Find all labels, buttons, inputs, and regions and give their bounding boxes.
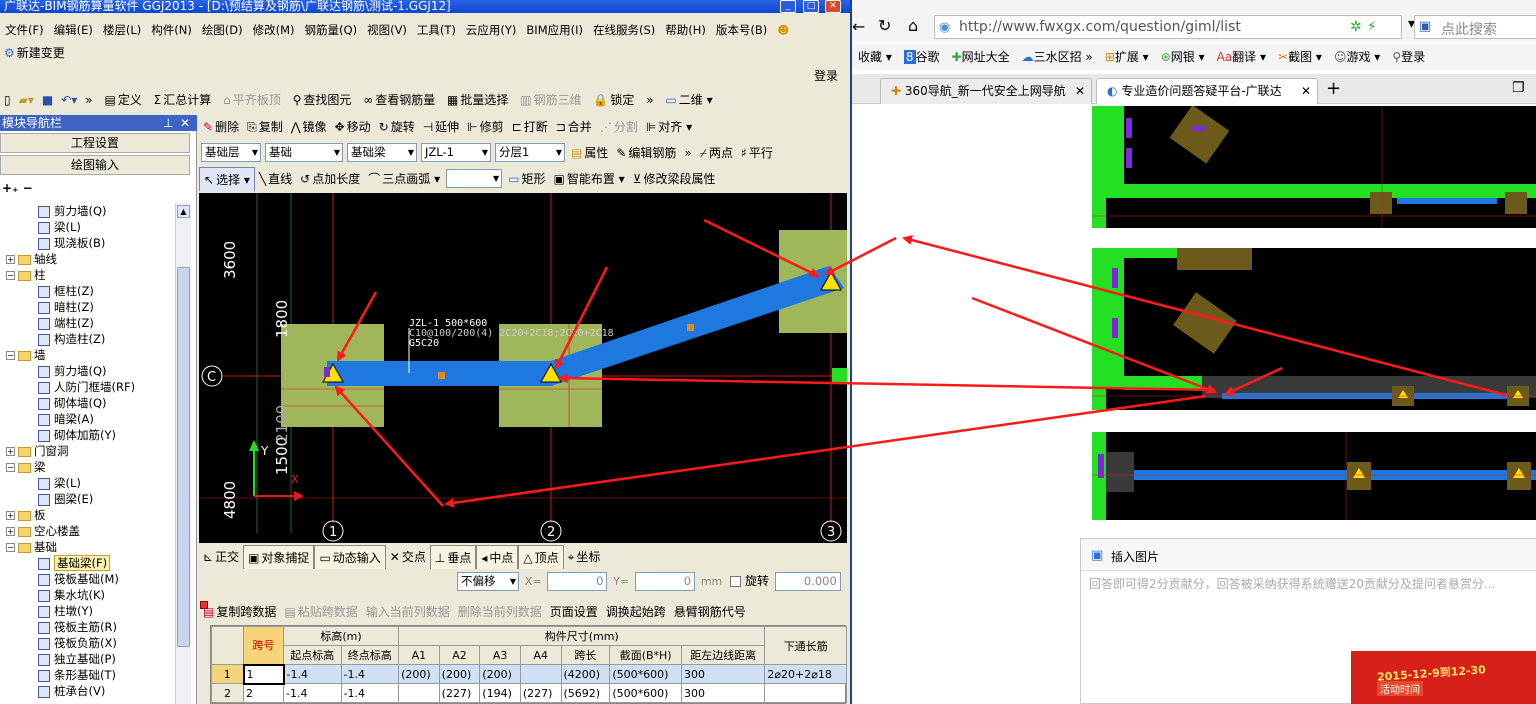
arrow-into-cad-2-short	[1224, 366, 1283, 396]
arrow-to-support-1-bottom	[334, 385, 444, 507]
arrow-to-bottom-point	[444, 394, 1207, 508]
arrow-to-support-1-top	[336, 291, 378, 362]
arrow-to-support-2-long	[558, 373, 1216, 392]
arrow-to-support-2	[554, 266, 609, 370]
arrow-into-cad-2	[971, 296, 1217, 394]
arrow-from-browser-top	[824, 236, 897, 276]
arrow-to-support-3	[703, 218, 820, 278]
arrow-right-to-top	[902, 235, 1511, 398]
annotation-arrows	[334, 218, 1511, 508]
